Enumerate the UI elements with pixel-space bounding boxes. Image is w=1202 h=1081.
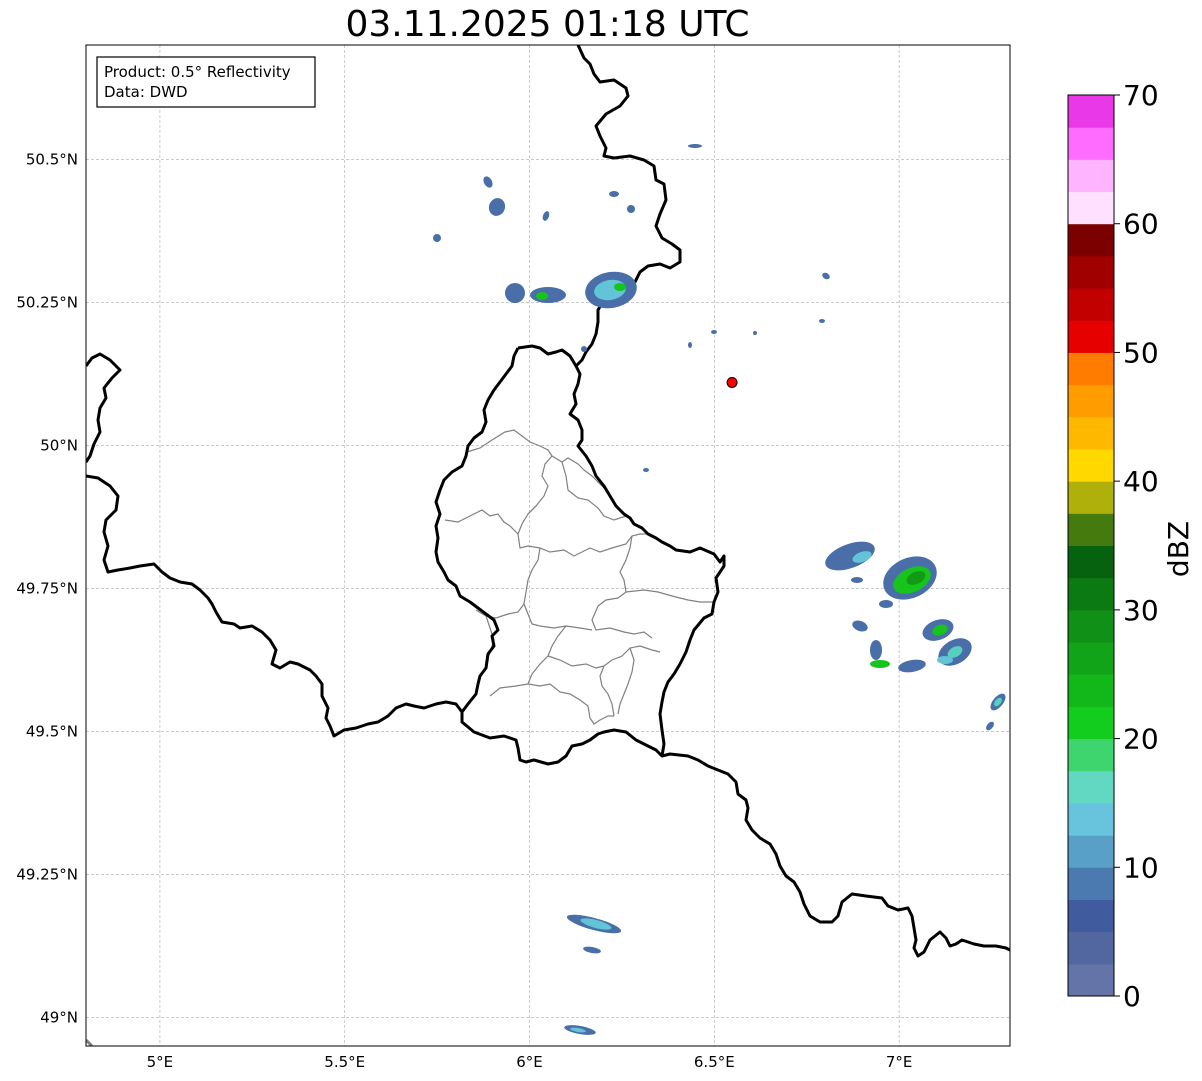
- colorbar-segment: [1068, 159, 1114, 193]
- colorbar-segment: [1068, 191, 1114, 225]
- radar-echo: [581, 346, 587, 352]
- colorbar-segment: [1068, 835, 1114, 868]
- radar-echo: [609, 191, 619, 197]
- radar-echo: [870, 660, 890, 668]
- colorbar-unit-label: dBZ: [1162, 521, 1195, 577]
- colorbar-segment: [1068, 609, 1114, 643]
- radar-echo: [643, 468, 649, 472]
- colorbar-tick-label: 40: [1123, 465, 1159, 498]
- radar-echo: [851, 577, 863, 583]
- colorbar-segment: [1068, 642, 1114, 675]
- y-tick-label: 50.25°N: [16, 293, 78, 311]
- colorbar-segment: [1068, 545, 1114, 579]
- colorbar-segment: [1068, 481, 1114, 514]
- radar-echo: [819, 319, 825, 323]
- colorbar-segment: [1068, 674, 1114, 707]
- colorbar-tick-label: 60: [1123, 208, 1159, 241]
- x-tick-label: 6.5°E: [694, 1053, 735, 1071]
- data-source-label: Data: DWD: [104, 83, 188, 101]
- colorbar-segment: [1068, 899, 1114, 933]
- colorbar-segment: [1068, 963, 1114, 997]
- colorbar-segment: [1068, 770, 1114, 804]
- radar-echo: [614, 283, 626, 291]
- colorbar-segment: [1068, 513, 1114, 546]
- colorbar-tick-label: 30: [1123, 594, 1159, 627]
- y-tick-label: 50°N: [40, 436, 78, 454]
- colorbar-tick-label: 70: [1123, 79, 1159, 112]
- colorbar-segment: [1068, 706, 1114, 740]
- radar-echo: [879, 600, 893, 608]
- colorbar-segment: [1068, 448, 1114, 482]
- product-label: Product: 0.5° Reflectivity: [104, 63, 291, 81]
- colorbar-segment: [1068, 802, 1114, 836]
- colorbar-segment: [1068, 352, 1114, 386]
- radar-echo: [688, 342, 692, 348]
- radar-echo: [627, 205, 635, 213]
- radar-echo: [530, 287, 566, 303]
- colorbar-segment: [1068, 320, 1114, 353]
- colorbar-segment: [1068, 867, 1114, 900]
- y-tick-label: 49.75°N: [16, 579, 78, 597]
- y-tick-label: 49.5°N: [26, 722, 78, 740]
- radar-echo: [870, 640, 882, 660]
- colorbar-segment: [1068, 255, 1114, 289]
- radar-echo: [505, 283, 525, 303]
- colorbar-segment: [1068, 577, 1114, 611]
- radar-site-marker[interactable]: [726, 376, 738, 388]
- y-tick-label: 49°N: [40, 1008, 78, 1026]
- colorbar: 0 10 20 30 40 50 60 70: [1067, 79, 1159, 1013]
- radar-echo: [937, 656, 953, 664]
- colorbar-segment: [1068, 416, 1114, 450]
- colorbar-tick-label: 10: [1123, 851, 1159, 884]
- radar-echo: [688, 144, 702, 148]
- colorbar-segment: [1068, 223, 1114, 257]
- x-tick-label: 5°E: [147, 1053, 174, 1071]
- radar-echo: [536, 292, 548, 300]
- x-tick-label: 7°E: [886, 1053, 913, 1071]
- y-tick-label: 50.5°N: [26, 150, 78, 168]
- colorbar-segment: [1068, 127, 1114, 160]
- product-info-box: Product: 0.5° Reflectivity Data: DWD: [96, 56, 316, 108]
- radar-echo: [753, 331, 757, 335]
- x-tick-label: 6°E: [516, 1053, 543, 1071]
- x-tick-label: 5.5°E: [324, 1053, 365, 1071]
- colorbar-tick-label: 50: [1123, 336, 1159, 369]
- colorbar-segment: [1068, 931, 1114, 965]
- colorbar-segment: [1068, 384, 1114, 418]
- colorbar-tick-label: 20: [1123, 723, 1159, 756]
- colorbar-tick-label: 0: [1123, 980, 1141, 1013]
- colorbar-segment: [1068, 738, 1114, 772]
- y-tick-label: 49.25°N: [16, 865, 78, 883]
- radar-echo: [711, 330, 717, 334]
- colorbar-segment: [1068, 288, 1114, 321]
- radar-figure: Product: 0.5° Reflectivity Data: DWD 5°E…: [16, 44, 1195, 1071]
- colorbar-segment: [1068, 95, 1114, 128]
